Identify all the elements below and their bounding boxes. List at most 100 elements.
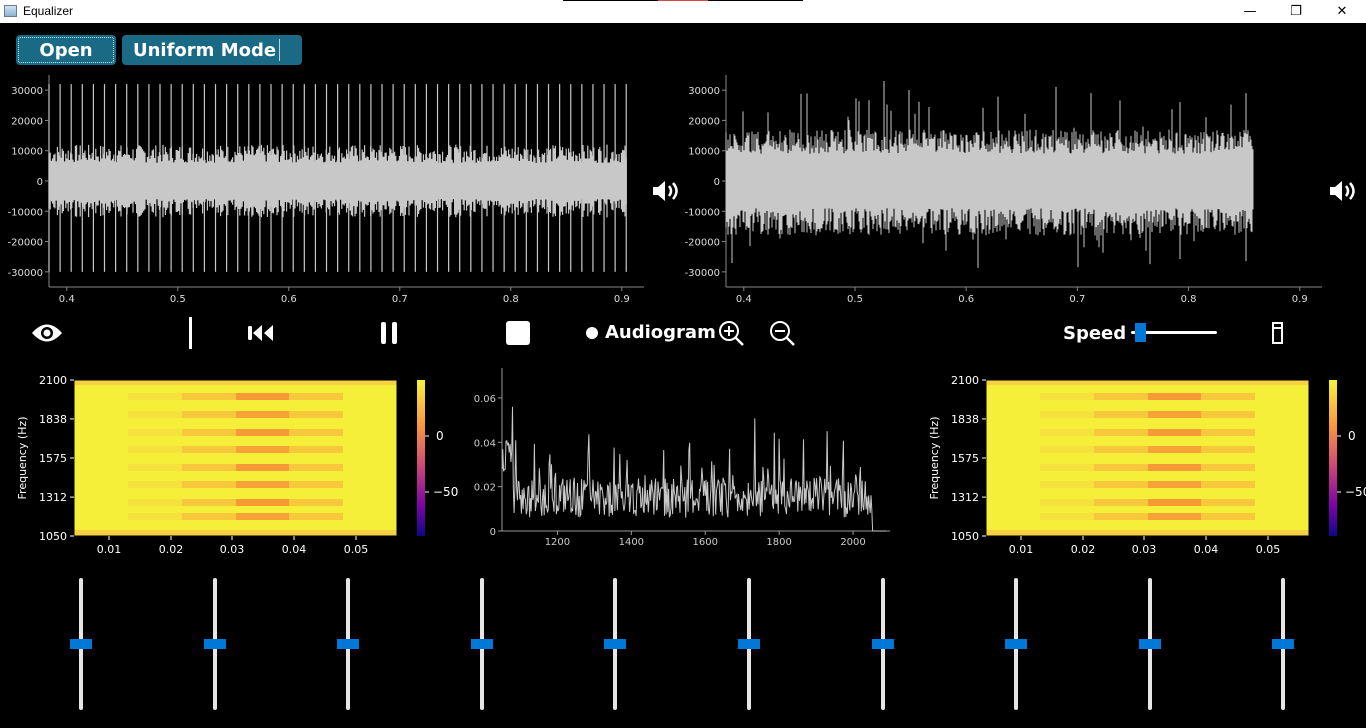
spectrogram-band: [128, 446, 182, 453]
gain-slider-handle[interactable]: [337, 639, 359, 649]
open-button[interactable]: Open: [16, 35, 116, 65]
speed-slider-handle[interactable]: [1134, 323, 1146, 342]
gain-slider[interactable]: [1271, 578, 1295, 710]
x-tick-label: 0.6: [958, 294, 974, 305]
y-tick-label: 1575: [39, 452, 67, 465]
spectrogram-band: [1040, 513, 1094, 520]
zoom-out-icon[interactable]: [767, 318, 797, 348]
gain-slider[interactable]: [470, 578, 494, 710]
rewind-icon[interactable]: [245, 320, 277, 346]
eye-icon[interactable]: [30, 318, 64, 348]
gain-slider[interactable]: [69, 578, 93, 710]
gain-slider-handle[interactable]: [471, 639, 493, 649]
x-tick-label: 0.6: [281, 294, 297, 305]
input-waveform: [48, 144, 627, 218]
spectrogram-band: [236, 499, 289, 506]
spectrogram-band: [289, 393, 343, 400]
gain-slider[interactable]: [603, 578, 627, 710]
gain-slider[interactable]: [1138, 578, 1162, 710]
frequency-spectrum-plot[interactable]: 1200 1400 1600 1800 2000 0.06 0.04 0.02 0: [460, 360, 910, 555]
spectrogram-band: [1148, 499, 1201, 506]
spectrogram-band: [1094, 429, 1148, 436]
spectrogram-band: [1094, 464, 1148, 471]
speed-slider[interactable]: [1131, 322, 1219, 344]
spectrogram-band: [289, 513, 343, 520]
output-signal-plot[interactable]: 0.4 0.5 0.6 0.7 0.8 0.9 30000 20000 10000 0 -10000…: [660, 70, 1366, 305]
audiogram-radio[interactable]: [584, 325, 600, 341]
spectrogram-band: [236, 513, 289, 520]
y-tick-label: 1050: [951, 530, 979, 543]
spectrogram-image: [986, 380, 1309, 536]
mode-select-label: Uniform Mode: [133, 39, 277, 61]
y-tick-label: 2100: [951, 374, 979, 387]
y-tick-label: 10000: [11, 147, 43, 158]
gain-slider-handle[interactable]: [1272, 639, 1294, 649]
x-tick-label: 0.02: [159, 543, 184, 556]
gain-slider-handle[interactable]: [1139, 639, 1161, 649]
stop-icon[interactable]: [503, 318, 533, 348]
gain-slider-handle[interactable]: [1005, 639, 1027, 649]
minimize-button[interactable]: —: [1227, 0, 1273, 23]
spectrogram-band: [128, 481, 182, 488]
title-bar: Equalizer — ❐ ✕: [0, 0, 1366, 23]
x-tick-label: 1800: [766, 537, 791, 548]
x-tick-label: 0.03: [1132, 543, 1157, 556]
y-tick-label: 30000: [11, 86, 43, 97]
spectrogram-band: [128, 513, 182, 520]
close-button[interactable]: ✕: [1319, 0, 1365, 23]
y-tick-label: -10000: [685, 207, 720, 218]
spectrogram-band: [1094, 481, 1148, 488]
zoom-in-icon[interactable]: [716, 318, 746, 348]
spectrogram-band: [1094, 513, 1148, 520]
spectrogram-input[interactable]: 2100 1838 1575 1312 1050 0.01 0.02 0.03 0.04 0.05…: [0, 370, 460, 560]
colorbar-tick-label: 0: [436, 429, 444, 443]
spectrogram-band: [128, 499, 182, 506]
y-tick-label: 1838: [39, 413, 67, 426]
spectrogram-band: [182, 499, 236, 506]
gain-slider-handle[interactable]: [204, 639, 226, 649]
spectrogram-image: [74, 380, 397, 536]
gain-slider[interactable]: [336, 578, 360, 710]
y-tick-label: 10000: [688, 147, 720, 158]
gain-slider-handle[interactable]: [738, 639, 760, 649]
gain-slider[interactable]: [871, 578, 895, 710]
colorbar: [417, 380, 425, 536]
gain-slider[interactable]: [737, 578, 761, 710]
y-tick-label: -10000: [8, 207, 43, 218]
speaker-icon[interactable]: [1327, 176, 1357, 206]
gain-slider-handle[interactable]: [872, 639, 894, 649]
spectrogram-band: [236, 411, 289, 418]
gain-slider[interactable]: [203, 578, 227, 710]
maximize-button[interactable]: ❐: [1273, 0, 1319, 23]
mode-select[interactable]: Uniform Mode: [122, 35, 302, 65]
y-tick-label: 0.04: [474, 438, 496, 449]
spectrogram-band: [1040, 481, 1094, 488]
spectrogram-band: [1201, 446, 1255, 453]
window-icon[interactable]: [1268, 320, 1288, 346]
spectrogram-band: [236, 429, 289, 436]
spectrogram-band: [1201, 429, 1255, 436]
y-tick-label: 0.02: [474, 483, 496, 494]
spectrogram-band: [182, 429, 236, 436]
x-tick-label: 0.01: [1009, 543, 1034, 556]
y-tick-label: -20000: [685, 238, 720, 249]
spectrogram-band: [1201, 513, 1255, 520]
spectrum-line: [502, 406, 887, 532]
speaker-icon[interactable]: [650, 176, 680, 206]
spectrogram-output[interactable]: 2100 1838 1575 1312 1050 0.01 0.02 0.03 0.04 0.05…: [912, 370, 1366, 560]
spectrogram-band: [128, 464, 182, 471]
gain-slider-handle[interactable]: [70, 639, 92, 649]
input-signal-plot[interactable]: 0.4 0.5 0.6 0.7 0.8 0.9 30000 20000 10000 0 -10000…: [0, 70, 660, 305]
gain-slider-handle[interactable]: [604, 639, 626, 649]
spectrogram-band: [986, 530, 1309, 536]
gain-slider[interactable]: [1004, 578, 1028, 710]
cursor-bar-icon[interactable]: [186, 316, 196, 350]
spectrogram-band: [1201, 481, 1255, 488]
spectrogram-band: [1040, 499, 1094, 506]
y-tick-label: 0: [37, 177, 43, 188]
y-axis-label: Frequency (Hz): [16, 417, 29, 500]
pause-icon[interactable]: [375, 318, 403, 348]
x-tick-label: 0.04: [1194, 543, 1219, 556]
spectrogram-band: [1201, 464, 1255, 471]
y-axis-label: Frequency (Hz): [928, 417, 941, 500]
